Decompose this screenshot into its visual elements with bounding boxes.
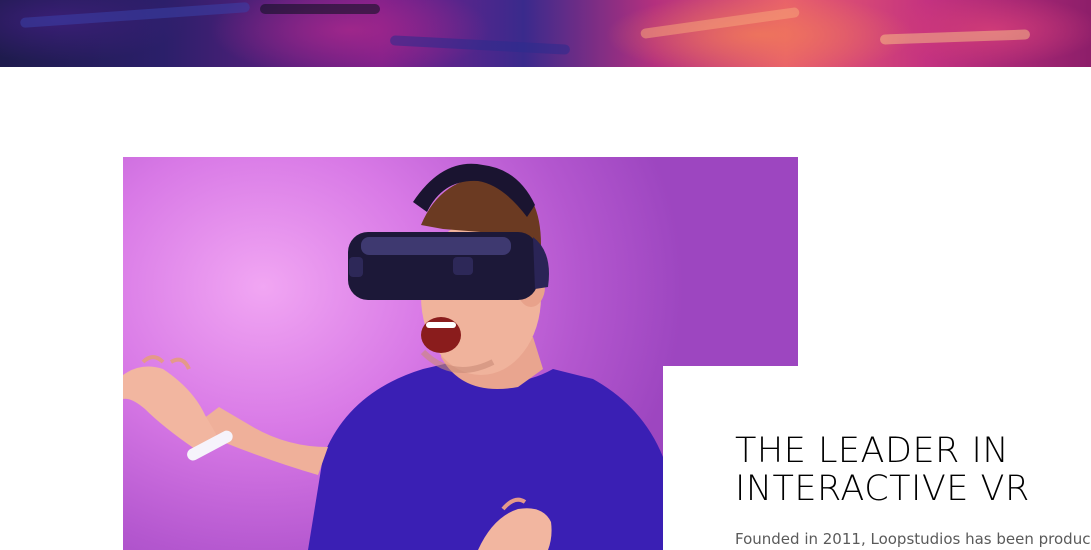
hero-image [0,0,1091,67]
hero-light-streak [389,35,571,55]
about-heading: THE LEADER IN INTERACTIVE VR [735,431,1030,509]
about-body-text: Founded in 2011, Loopstudios has been pr… [735,530,1091,548]
left-hand [123,366,219,449]
about-text-card: THE LEADER IN INTERACTIVE VR Founded in … [663,366,1091,550]
hero-light-streak [640,6,800,40]
hero-light-streak [260,4,380,14]
hero-light-streak [879,29,1031,45]
hero-light-streak [19,1,251,29]
blue-shirt [308,362,668,550]
page: THE LEADER IN INTERACTIVE VR Founded in … [0,0,1091,550]
